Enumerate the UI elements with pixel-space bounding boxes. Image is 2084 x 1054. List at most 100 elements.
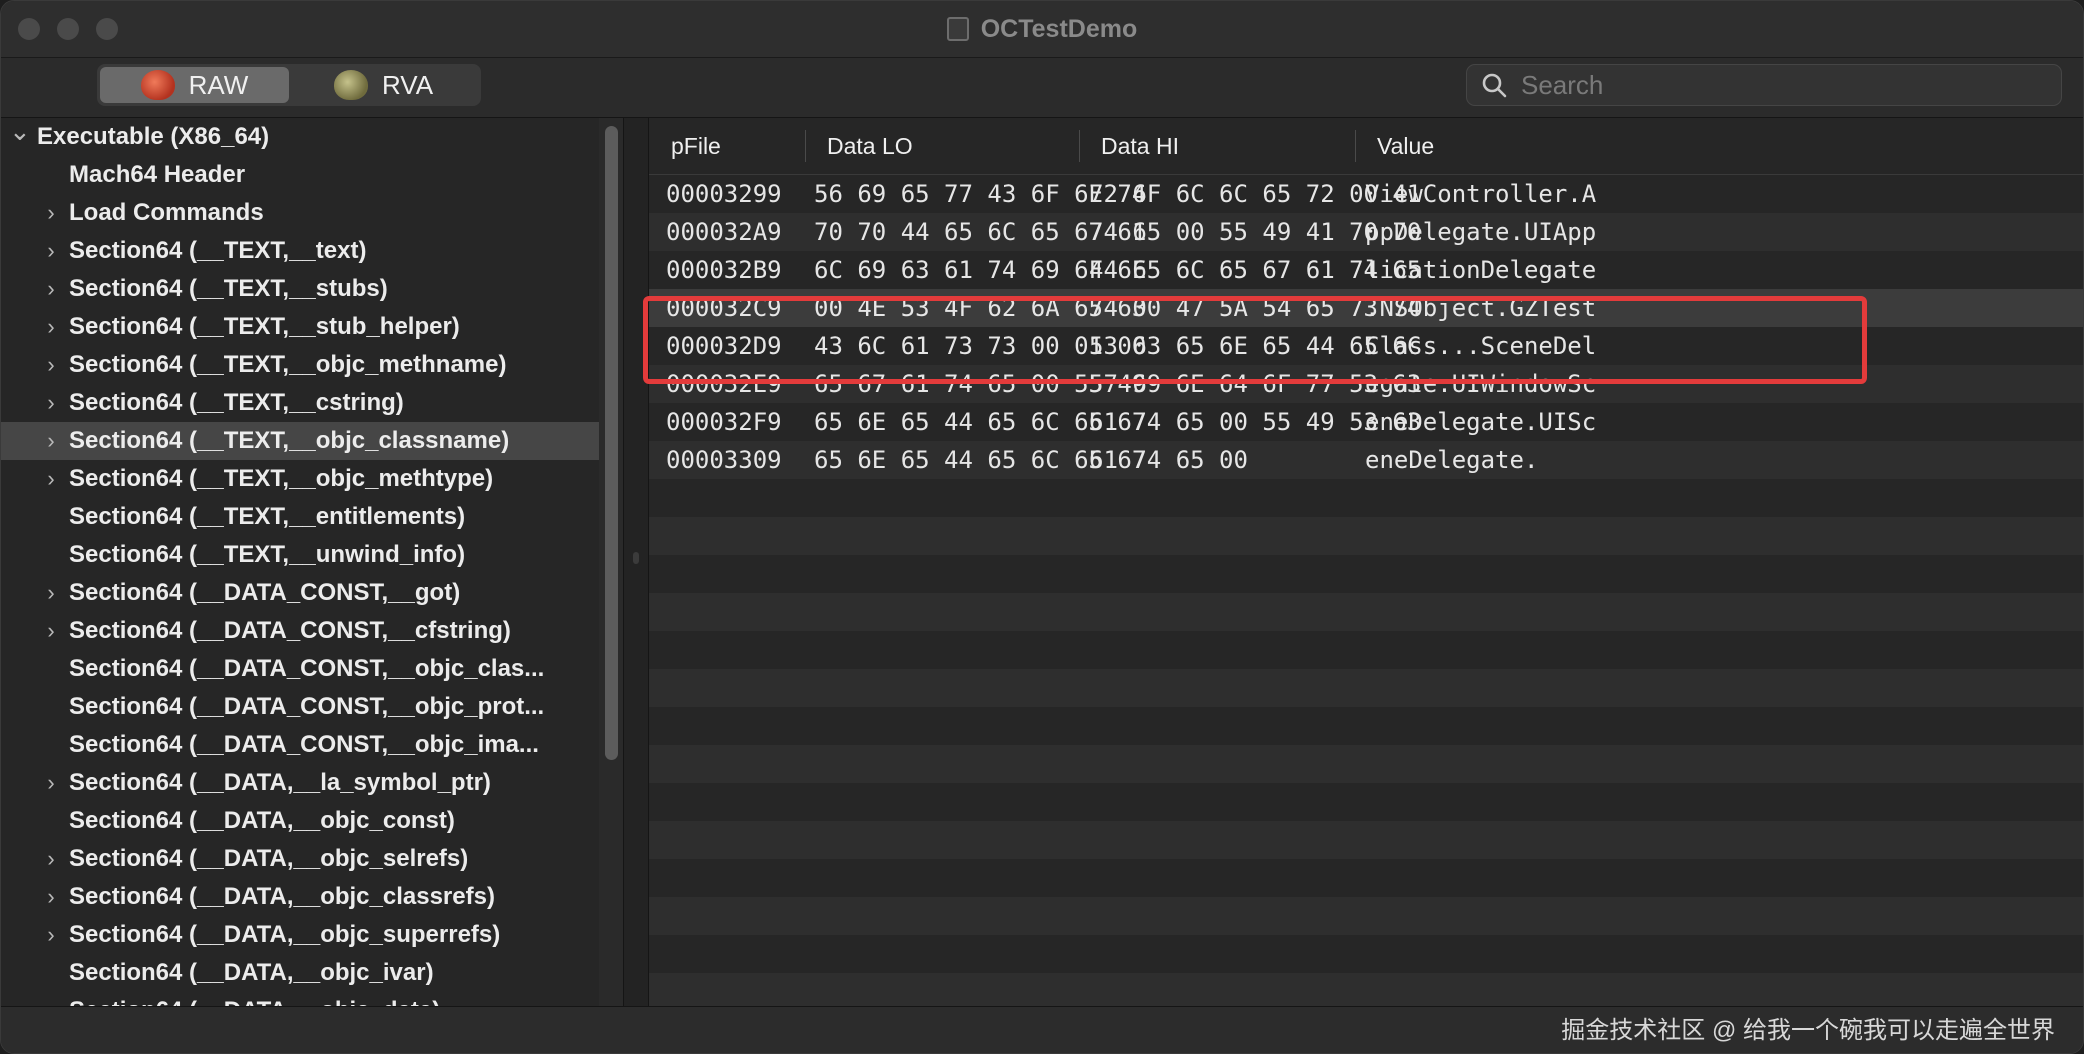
- sidebar-item[interactable]: › Section64 (__TEXT,__objc_methname): [1, 346, 599, 384]
- chevron-right-icon[interactable]: ›: [41, 422, 61, 460]
- search-field[interactable]: [1466, 64, 2062, 106]
- sidebar-item[interactable]: › Section64 (__DATA,__objc_superrefs): [1, 916, 599, 954]
- chevron-right-icon[interactable]: ›: [41, 574, 61, 612]
- sidebar-item-label: Mach64 Header: [69, 161, 246, 188]
- sidebar-item[interactable]: Section64 (__DATA_CONST,__objc_clas...: [1, 650, 599, 688]
- table-row[interactable]: 000032F9 65 6E 65 44 65 6C 65 67 61 74 65 …: [649, 403, 2083, 441]
- sidebar-item-label: Section64 (__DATA,__la_symbol_ptr): [69, 769, 491, 796]
- empty-table-row: [649, 745, 2083, 783]
- empty-table-row: [649, 669, 2083, 707]
- sidebar-item[interactable]: › Section64 (__TEXT,__cstring): [1, 384, 599, 422]
- cell-pfile: 000032E9: [666, 370, 782, 398]
- sidebar-item[interactable]: › Section64 (__DATA,__objc_selrefs): [1, 840, 599, 878]
- rva-mode-label: RVA: [381, 69, 434, 100]
- sidebar-item-label: Section64 (__TEXT,__unwind_info): [69, 541, 466, 568]
- sidebar-item[interactable]: › Section64 (__TEXT,__text): [1, 232, 599, 270]
- address-mode-segmented-control: RAW RVA: [97, 64, 481, 106]
- empty-table-row: [649, 783, 2083, 821]
- chevron-down-icon[interactable]: ⌄: [9, 118, 31, 150]
- sidebar-item[interactable]: › Section64 (__TEXT,__stub_helper): [1, 308, 599, 346]
- sidebar-item[interactable]: Section64 (__DATA_CONST,__objc_ima...: [1, 726, 599, 764]
- chevron-right-icon[interactable]: ›: [41, 270, 61, 308]
- column-header-pfile[interactable]: pFile: [649, 118, 767, 174]
- sidebar-item-label: Section64 (__TEXT,__stubs): [69, 275, 388, 302]
- empty-table-row: [649, 631, 2083, 669]
- table-body: 00003299 56 69 65 77 43 6F 6E 74 72 6F 6C …: [649, 175, 2083, 1006]
- hex-table: pFile Data LO Data HI Value 00003299 56 6…: [649, 118, 2083, 1006]
- empty-table-row: [649, 821, 2083, 859]
- sidebar-item[interactable]: Section64 (__DATA,__objc_const): [1, 802, 599, 840]
- column-header-data-hi[interactable]: Data HI: [1079, 118, 1355, 174]
- cell-pfile: 000032A9: [666, 218, 782, 246]
- empty-table-row: [649, 479, 2083, 517]
- sidebar-item[interactable]: Section64 (__TEXT,__unwind_info): [1, 536, 599, 574]
- table-row[interactable]: 000032A9 70 70 44 65 6C 65 67 61 74 65 00 …: [649, 213, 2083, 251]
- sidebar-item-label: Section64 (__DATA,__objc_superrefs): [69, 921, 501, 948]
- sidebar-item-label: Section64 (__TEXT,__objc_methname): [69, 351, 507, 378]
- column-header-value[interactable]: Value: [1355, 118, 1755, 174]
- sidebar-item[interactable]: › Section64 (__DATA_CONST,__got): [1, 574, 599, 612]
- chevron-right-icon[interactable]: ›: [41, 346, 61, 384]
- title-bar: OCTestDemo: [1, 1, 2083, 58]
- sidebar-item-label: Section64 (__TEXT,__text): [69, 237, 367, 264]
- sidebar-item[interactable]: › Section64 (__DATA_CONST,__cfstring): [1, 612, 599, 650]
- cell-pfile: 00003299: [666, 180, 782, 208]
- sidebar-item[interactable]: Section64 (__DATA,__objc_data): [1, 992, 599, 1006]
- table-row[interactable]: 000032C9 00 4E 53 4F 62 6A 65 63 74 00 47 …: [649, 289, 2083, 327]
- table-row[interactable]: 000032D9 43 6C 61 73 73 00 01 00 53 63 65 …: [649, 327, 2083, 365]
- chevron-right-icon[interactable]: ›: [41, 840, 61, 878]
- chevron-right-icon[interactable]: ›: [41, 308, 61, 346]
- empty-table-row: [649, 973, 2083, 1006]
- sidebar-item-label: Section64 (__TEXT,__entitlements): [69, 503, 466, 530]
- sidebar-item[interactable]: › Section64 (__TEXT,__stubs): [1, 270, 599, 308]
- search-input[interactable]: [1519, 68, 2043, 102]
- empty-table-row: [649, 555, 2083, 593]
- sidebar-item[interactable]: Mach64 Header: [1, 156, 599, 194]
- cell-pfile: 00003309: [666, 446, 782, 474]
- sidebar-item[interactable]: › Load Commands: [1, 194, 599, 232]
- chevron-right-icon[interactable]: ›: [41, 764, 61, 802]
- chevron-right-icon[interactable]: ›: [41, 194, 61, 232]
- rva-mode-button[interactable]: RVA: [289, 67, 478, 103]
- divider-grip[interactable]: [633, 552, 639, 564]
- sidebar-item[interactable]: › Section64 (__DATA,__la_symbol_ptr): [1, 764, 599, 802]
- sidebar-item[interactable]: ⌄ Executable (X86_64): [1, 118, 599, 156]
- chevron-right-icon[interactable]: ›: [41, 916, 61, 954]
- sidebar-item-label: Section64 (__DATA_CONST,__got): [69, 579, 461, 606]
- cell-pfile: 000032F9: [666, 408, 782, 436]
- chevron-right-icon[interactable]: ›: [41, 612, 61, 650]
- chevron-right-icon[interactable]: ›: [41, 232, 61, 270]
- table-row[interactable]: 000032E9 65 67 61 74 65 00 55 49 57 69 6E …: [649, 365, 2083, 403]
- sidebar-item[interactable]: Section64 (__DATA,__objc_ivar): [1, 954, 599, 992]
- sidebar-item-label: Section64 (__DATA,__objc_data): [69, 992, 440, 1006]
- chevron-right-icon[interactable]: ›: [41, 878, 61, 916]
- cell-data-hi: 61 74 65 00: [1089, 446, 1248, 474]
- empty-table-row: [649, 897, 2083, 935]
- table-row[interactable]: 00003309 65 6E 65 44 65 6C 65 67 61 74 65 …: [649, 441, 2083, 479]
- sidebar-item-label: Section64 (__DATA,__objc_ivar): [69, 959, 434, 986]
- raw-mode-label: RAW: [188, 69, 249, 100]
- section-tree: ⌄ Executable (X86_64) Mach64 Header › Load C…: [1, 118, 599, 1006]
- sidebar-item-label: Section64 (__DATA,__objc_selrefs): [69, 845, 469, 872]
- chevron-right-icon[interactable]: ›: [41, 460, 61, 498]
- cell-value: ViewController.A: [1365, 180, 1597, 208]
- sidebar-item[interactable]: Section64 (__TEXT,__entitlements): [1, 498, 599, 536]
- sidebar-item[interactable]: › Section64 (__TEXT,__objc_methtype): [1, 460, 599, 498]
- apple-icon: [140, 70, 175, 100]
- search-icon: [1482, 73, 1507, 98]
- table-row[interactable]: 00003299 56 69 65 77 43 6F 6E 74 72 6F 6C …: [649, 175, 2083, 213]
- empty-table-row: [649, 593, 2083, 631]
- cell-value: licationDelegate: [1365, 256, 1597, 284]
- table-row[interactable]: 000032B9 6C 69 63 61 74 69 6F 6E 44 65 6C …: [649, 251, 2083, 289]
- sidebar-item[interactable]: › Section64 (__TEXT,__objc_classname): [1, 422, 599, 460]
- sidebar-scrollbar[interactable]: [599, 118, 623, 1006]
- column-header-data-lo[interactable]: Data LO: [805, 118, 1079, 174]
- sidebar-item-label: Section64 (__DATA,__objc_classrefs): [69, 883, 495, 910]
- sidebar-item[interactable]: › Section64 (__DATA,__objc_classrefs): [1, 878, 599, 916]
- sidebar-item-label: Section64 (__TEXT,__stub_helper): [69, 313, 460, 340]
- split-view-divider[interactable]: [623, 118, 649, 1006]
- sidebar-item[interactable]: Section64 (__DATA_CONST,__objc_prot...: [1, 688, 599, 726]
- sidebar-scrollbar-thumb[interactable]: [605, 126, 618, 760]
- chevron-right-icon[interactable]: ›: [41, 384, 61, 422]
- raw-mode-button[interactable]: RAW: [100, 67, 289, 103]
